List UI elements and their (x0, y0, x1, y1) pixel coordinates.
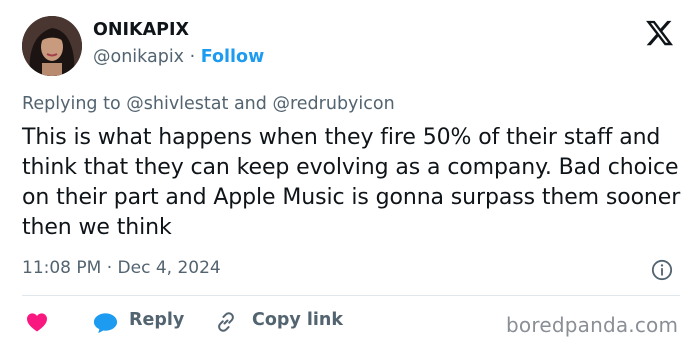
x-logo-icon[interactable] (643, 18, 676, 48)
author-display-name[interactable]: ONIKAPIX (93, 20, 189, 40)
avatar[interactable] (22, 16, 82, 76)
reply-bubble-icon[interactable] (92, 311, 119, 335)
reply-context: Replying to @shivlestat and @redrubyicon (22, 94, 395, 114)
heart-icon[interactable] (26, 312, 48, 332)
copy-link-button[interactable]: Copy link (252, 310, 343, 330)
link-icon[interactable] (214, 310, 238, 334)
divider (22, 295, 680, 296)
reply-context-conjunction: and (233, 94, 267, 114)
avatar-image (22, 16, 82, 76)
watermark: boredpanda.com (506, 313, 679, 337)
author-handle[interactable]: @onikapix (93, 47, 184, 67)
tweet-timestamp[interactable]: 11:08 PM · Dec 4, 2024 (22, 258, 221, 278)
tweet-text: This is what happens when they fire 50% … (22, 125, 681, 240)
author-handle-row: @onikapix · Follow (93, 47, 264, 67)
info-icon[interactable] (651, 259, 673, 281)
mention-shivlestat[interactable]: @shivlestat (126, 94, 228, 114)
follow-button[interactable]: Follow (201, 47, 264, 67)
reply-context-prefix: Replying to (22, 94, 121, 114)
handle-separator: · (189, 47, 196, 67)
reply-button[interactable]: Reply (129, 310, 184, 330)
mention-redrubyicon[interactable]: @redrubyicon (272, 94, 394, 114)
